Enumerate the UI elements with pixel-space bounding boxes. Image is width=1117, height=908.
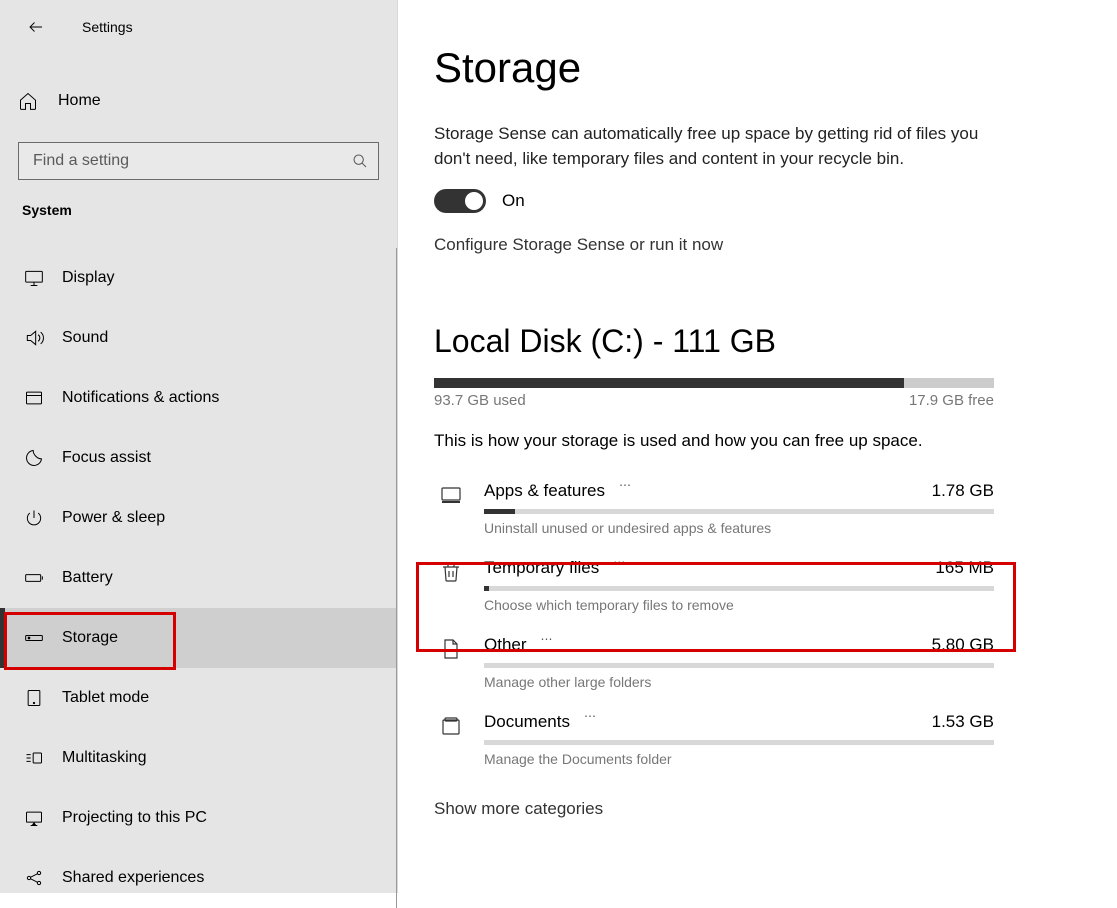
category-size: 165 MB [935,558,994,578]
search-box[interactable] [18,142,379,180]
category-title: Documents [484,712,570,732]
sidebar-item-sound[interactable]: Sound [0,308,396,368]
temp-icon [434,558,468,584]
sidebar-item-display[interactable]: Display [0,248,396,308]
sidebar-item-label: Power & sleep [62,509,165,527]
category-temp[interactable]: Temporary files 165 MB Choose which tempor… [434,546,994,623]
back-button[interactable] [18,9,54,45]
sidebar-item-label: Notifications & actions [62,389,219,407]
sidebar-item-notifications[interactable]: Notifications & actions [0,368,396,428]
sound-icon [22,328,46,348]
display-icon [22,268,46,288]
category-title: Apps & features [484,481,605,501]
sidebar-item-battery[interactable]: Battery [0,548,396,608]
storage-sense-toggle[interactable] [434,189,486,213]
toggle-label: On [502,191,525,211]
app-title: Settings [82,19,133,35]
power-icon [22,508,46,528]
sidebar-item-label: Focus assist [62,449,151,467]
sidebar-item-label: Battery [62,569,113,587]
category-title: Other [484,635,527,655]
tablet-icon [22,688,46,708]
disk-usage-bar [434,378,994,388]
usage-description: This is how your storage is used and how… [434,431,1081,451]
loading-icon [613,563,629,573]
sidebar-item-label: Projecting to this PC [62,809,207,827]
shared-icon [22,868,46,888]
focus-icon [22,448,46,468]
sidebar-item-label: Sound [62,329,108,347]
home-icon [18,91,42,111]
category-sub: Manage the Documents folder [484,751,994,767]
category-sub: Uninstall unused or undesired apps & fea… [484,520,994,536]
home-label: Home [58,92,101,110]
loading-icon [619,486,635,496]
category-other[interactable]: Other 5.80 GB Manage other large folders [434,623,994,700]
loading-icon [541,640,557,650]
home-nav[interactable]: Home [0,78,397,124]
category-bar [484,509,994,514]
section-label: System [0,180,397,224]
sidebar-item-shared[interactable]: Shared experiences [0,848,396,908]
category-title: Temporary files [484,558,599,578]
projecting-icon [22,808,46,828]
category-apps[interactable]: Apps & features 1.78 GB Uninstall unused o… [434,469,994,546]
sidebar-item-storage[interactable]: Storage [0,608,396,668]
search-input[interactable] [31,151,352,171]
sidebar: Settings Home System Display Sound Notific… [0,0,398,893]
page-title: Storage [434,44,1081,92]
sidebar-item-multitasking[interactable]: Multitasking [0,728,396,788]
main-content: Storage Storage Sense can automatically … [398,0,1117,893]
notifications-icon [22,388,46,408]
sidebar-item-projecting[interactable]: Projecting to this PC [0,788,396,848]
battery-icon [22,568,46,588]
sidebar-item-power[interactable]: Power & sleep [0,488,396,548]
sidebar-item-tablet[interactable]: Tablet mode [0,668,396,728]
sidebar-item-focus[interactable]: Focus assist [0,428,396,488]
disk-used-label: 93.7 GB used [434,392,526,409]
loading-icon [584,717,600,727]
category-bar [484,663,994,668]
category-docs[interactable]: Documents 1.53 GB Manage the Documents fol… [434,700,994,777]
category-bar [484,586,994,591]
sidebar-item-label: Storage [62,629,118,647]
category-bar [484,740,994,745]
sidebar-item-label: Tablet mode [62,689,149,707]
multitasking-icon [22,748,46,768]
category-size: 5.80 GB [932,635,994,655]
storage-sense-description: Storage Sense can automatically free up … [434,122,994,171]
disk-free-label: 17.9 GB free [909,392,994,409]
apps-icon [434,481,468,507]
show-more-link[interactable]: Show more categories [434,799,1081,819]
sidebar-item-label: Display [62,269,114,287]
category-size: 1.53 GB [932,712,994,732]
category-sub: Choose which temporary files to remove [484,597,994,613]
category-size: 1.78 GB [932,481,994,501]
configure-link[interactable]: Configure Storage Sense or run it now [434,235,1081,255]
search-icon [352,153,368,169]
storage-icon [22,628,46,648]
sidebar-item-label: Multitasking [62,749,146,767]
other-icon [434,635,468,661]
sidebar-item-label: Shared experiences [62,869,204,887]
disk-heading: Local Disk (C:) - 111 GB [434,323,1081,360]
docs-icon [434,712,468,738]
category-sub: Manage other large folders [484,674,994,690]
